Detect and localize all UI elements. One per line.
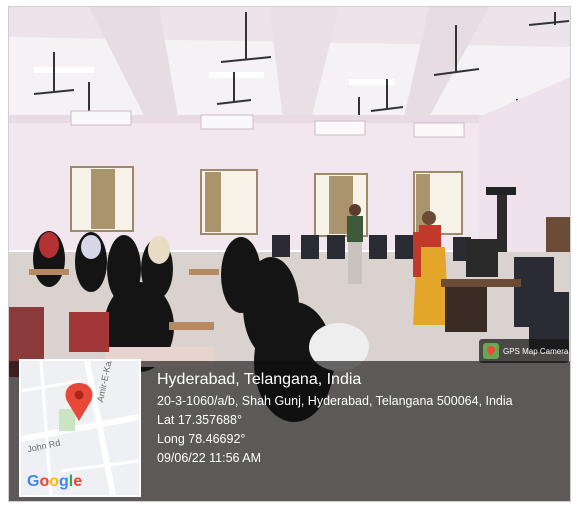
location-address: 20-3-1060/a/b, Shah Gunj, Hyderabad, Tel… [157, 394, 513, 408]
latitude: Lat 17.357688° [157, 413, 242, 427]
badge-label: GPS Map Camera [503, 346, 569, 356]
map-thumbnail: John Rd Amir-E-Kabir St Google [19, 359, 141, 497]
gps-map-camera-badge: GPS Map Camera [479, 339, 569, 363]
google-logo: Google [27, 473, 83, 490]
location-title: Hyderabad, Telangana, India [157, 371, 362, 388]
datetime: 09/06/22 11:56 AM [157, 451, 262, 465]
longitude: Long 78.46692° [157, 432, 246, 446]
gps-map-camera-icon [483, 343, 499, 359]
location-info: Hyderabad, Telangana, India 20-3-1060/a/… [157, 371, 513, 470]
photo-frame: GPS Map Camera John Rd Amir-E-Kabir St G… [8, 6, 571, 502]
